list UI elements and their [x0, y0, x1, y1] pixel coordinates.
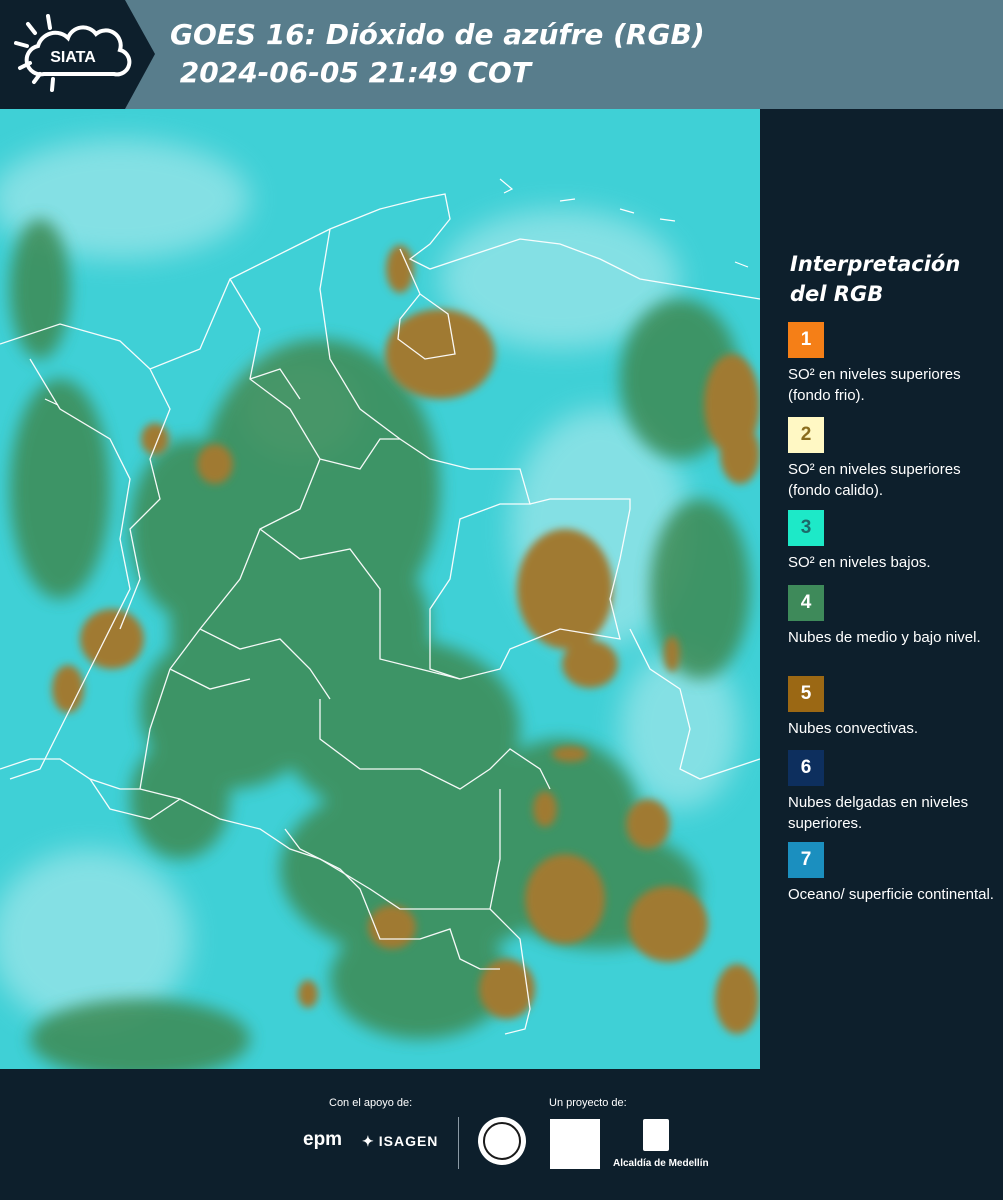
satellite-image [0, 109, 760, 1069]
legend-item-4: 4 Nubes de medio y bajo nivel. [788, 585, 998, 648]
legend-swatch-3: 3 [788, 510, 824, 546]
legend-swatch-2: 2 [788, 417, 824, 453]
page-title: GOES 16: Dióxido de azúfre (RGB) 2024-06… [170, 18, 705, 89]
satellite-map [0, 109, 760, 1069]
legend-label-4: Nubes de medio y bajo nivel. [788, 629, 981, 646]
header-bar: SIATA GOES 16: Dióxido de azúfre (RGB) 2… [0, 0, 1003, 109]
support-label: Con el apoyo de: [329, 1097, 413, 1109]
legend-item-1: 1 SO² en niveles superiores (fondo frio)… [788, 322, 998, 406]
legend-item-3: 3 SO² en niveles bajos. [788, 510, 998, 573]
legend-swatch-5: 5 [788, 676, 824, 712]
legend-item-2: 2 SO² en niveles superiores (fondo calid… [788, 417, 998, 501]
isagen-logo: ✦ ISAGEN [362, 1133, 438, 1150]
legend-panel: Interpretación del RGB 1 SO² en niveles … [760, 109, 1003, 1069]
legend-swatch-7: 7 [788, 842, 824, 878]
legend-swatch-6: 6 [788, 750, 824, 786]
legend-swatch-1: 1 [788, 322, 824, 358]
legend-label-7: Oceano/ superficie continental. [788, 886, 994, 903]
medellin-seal-logo [478, 1117, 526, 1165]
legend-item-5: 5 Nubes convectivas. [788, 676, 998, 739]
legend-swatch-4: 4 [788, 585, 824, 621]
legend-label-5: Nubes convectivas. [788, 720, 919, 737]
legend-item-6: 6 Nubes delgadas en niveles superiores. [788, 750, 998, 834]
isagen-icon: ✦ [362, 1133, 375, 1149]
epm-logo: epm [303, 1129, 343, 1150]
legend-label-1: SO² en niveles superiores (fondo frio). [788, 366, 961, 404]
legend-title: Interpretación del RGB [790, 252, 961, 306]
footer-divider [458, 1117, 459, 1169]
area-metropolitana-logo [550, 1119, 600, 1169]
siata-logo: SIATA [0, 0, 155, 109]
legend-label-2: SO² en niveles superiores (fondo calido)… [788, 461, 961, 499]
project-label: Un proyecto de: [549, 1097, 627, 1109]
alcaldia-label: Alcaldía de Medellín [613, 1158, 709, 1169]
alcaldia-shield-icon [643, 1119, 669, 1151]
legend-label-3: SO² en niveles bajos. [788, 554, 931, 571]
footer: Con el apoyo de: Un proyecto de: epm ✦ IS… [0, 1069, 1003, 1200]
isagen-text: ISAGEN [378, 1133, 439, 1149]
legend-label-6: Nubes delgadas en niveles superiores. [788, 794, 969, 832]
legend-item-7: 7 Oceano/ superficie continental. [788, 842, 998, 905]
siata-logo-text: SIATA [50, 49, 96, 66]
